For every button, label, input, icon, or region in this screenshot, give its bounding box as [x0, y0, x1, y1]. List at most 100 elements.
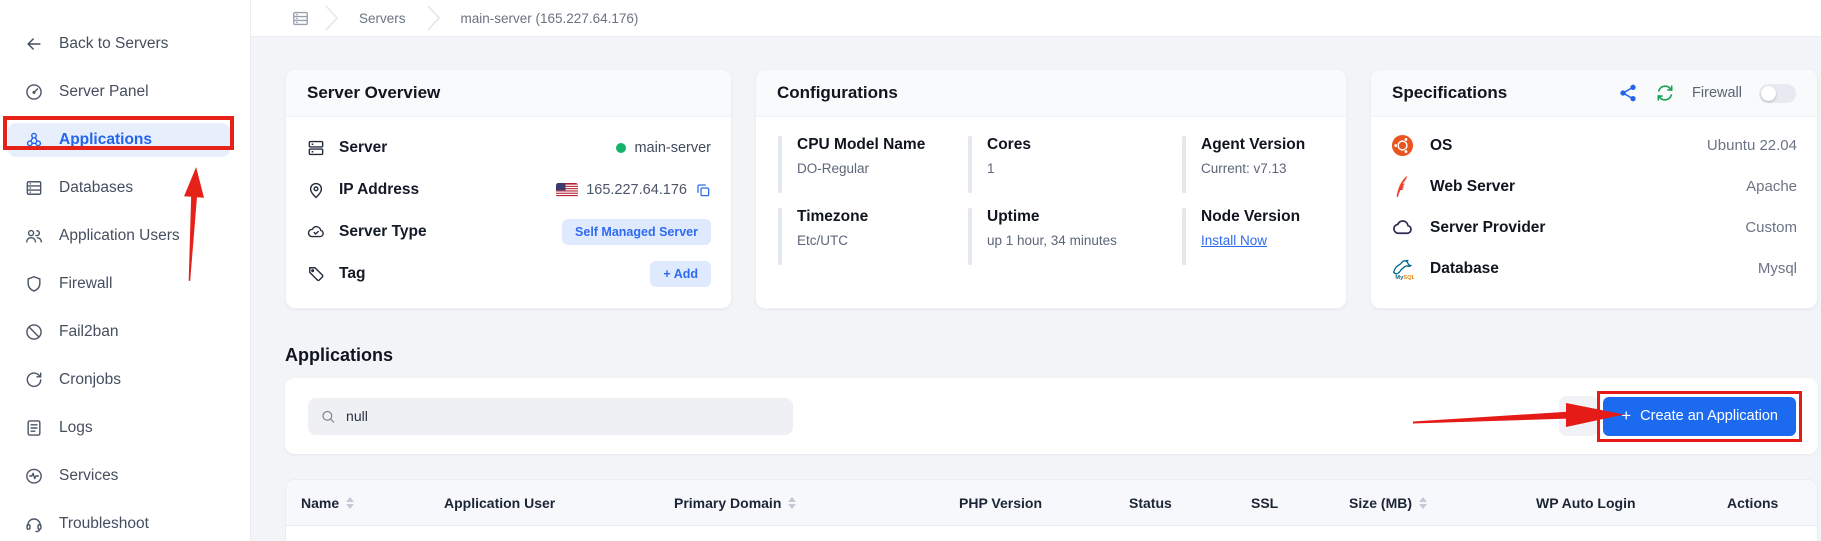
tag-icon: [309, 267, 324, 282]
chevron-separator-icon: [426, 5, 440, 31]
spec-value: Mysql: [1757, 260, 1797, 277]
sidebar-item-applications[interactable]: Applications: [8, 123, 230, 157]
firewall-toggle-label: Firewall: [1692, 85, 1742, 101]
applications-table: Name Application User Primary Domain PHP…: [285, 479, 1818, 541]
back-to-servers-link[interactable]: Back to Servers: [8, 27, 230, 61]
column-header-wp-auto-login: WP Auto Login: [1536, 494, 1636, 511]
config-value: up 1 hour, 34 minutes: [987, 233, 1117, 248]
sidebar-item-label: Applications: [59, 131, 153, 148]
create-application-button[interactable]: + Create an Application: [1603, 396, 1796, 436]
sidebar-item-label: Services: [59, 467, 119, 484]
us-flag-icon: [556, 183, 579, 197]
app-window: Back to Servers Server Panel Application…: [0, 0, 1821, 541]
sidebar-item-logs[interactable]: Logs: [8, 411, 230, 445]
server-type-badge: Self Managed Server: [562, 219, 711, 245]
column-header-name[interactable]: Name: [301, 495, 444, 511]
ip-address-row: IP Address 165.227.64.176: [306, 169, 711, 211]
breadcrumb-current-server: main-server (165.227.64.176): [460, 10, 639, 26]
search-input[interactable]: [346, 408, 781, 424]
back-to-servers-label: Back to Servers: [59, 35, 169, 52]
copy-icon[interactable]: [695, 182, 711, 198]
server-list-icon[interactable]: [291, 9, 310, 28]
sidebar-item-cronjobs[interactable]: Cronjobs: [8, 363, 230, 397]
sidebar-item-server-panel[interactable]: Server Panel: [8, 75, 230, 109]
sidebar-item-label: Logs: [59, 419, 93, 436]
mysql-icon: MySQL: [1392, 259, 1414, 280]
spec-row-server-provider: Server Provider Custom: [1391, 207, 1797, 248]
shield-icon: [24, 274, 44, 294]
apache-feather-icon: [1396, 176, 1408, 198]
sidebar-item-troubleshoot[interactable]: Troubleshoot: [8, 507, 230, 541]
column-header-actions: Actions: [1727, 494, 1779, 511]
sidebar-item-label: Firewall: [59, 275, 113, 292]
sort-icon[interactable]: [346, 496, 355, 509]
reload-icon: [1571, 408, 1587, 424]
ip-address-value: 165.227.64.176: [586, 182, 687, 198]
column-header-size[interactable]: Size (MB): [1349, 495, 1536, 511]
config-label: Node Version: [1201, 208, 1301, 225]
server-overview-title: Server Overview: [286, 70, 731, 117]
server-label: Server: [339, 139, 388, 156]
heartbeat-icon: [24, 466, 44, 486]
main-area: Servers main-server (165.227.64.176) Ser…: [251, 0, 1821, 541]
content: Server Overview Server main-server IP Ad…: [251, 37, 1821, 541]
breadcrumb-servers[interactable]: Servers: [353, 11, 412, 26]
reload-applications-button[interactable]: [1559, 396, 1600, 436]
sort-icon[interactable]: [1419, 496, 1427, 509]
sidebar-item-label: Server Panel: [59, 83, 149, 100]
sidebar-item-fail2ban[interactable]: Fail2ban: [8, 315, 230, 349]
server-row: Server main-server: [306, 127, 711, 169]
spec-row-database: MySQL Database Mysql: [1391, 248, 1797, 289]
refresh-icon[interactable]: [1655, 83, 1675, 103]
cloud-icon: [1393, 220, 1412, 235]
config-label: Cores: [987, 136, 1031, 153]
column-header-php-version: PHP Version: [959, 494, 1043, 511]
applications-icon: [24, 130, 44, 150]
sidebar-item-firewall[interactable]: Firewall: [8, 267, 230, 301]
sidebar-item-application-users[interactable]: Application Users: [8, 219, 230, 253]
config-value: Current: v7.13: [1201, 161, 1287, 176]
config-item-node-version: Node Version Install Now: [1182, 208, 1324, 265]
column-header-ssl: SSL: [1251, 494, 1279, 511]
spec-label: OS: [1430, 136, 1453, 154]
config-label: CPU Model Name: [797, 136, 926, 153]
cloud-check-icon: [307, 225, 324, 238]
add-tag-button[interactable]: + Add: [650, 261, 711, 287]
server-overview-card: Server Overview Server main-server IP Ad…: [285, 69, 732, 309]
gauge-icon: [24, 82, 44, 102]
create-application-label: Create an Application: [1640, 408, 1778, 424]
install-now-link[interactable]: Install Now: [1201, 233, 1267, 248]
sidebar: Back to Servers Server Panel Application…: [0, 0, 251, 541]
search-box[interactable]: [308, 397, 793, 435]
search-icon: [322, 410, 335, 423]
config-label: Agent Version: [1201, 136, 1306, 153]
config-item-cores: Cores 1: [968, 136, 1182, 193]
configurations-title: Configurations: [756, 70, 1346, 117]
config-label: Timezone: [797, 208, 869, 225]
spec-value: Ubuntu 22.04: [1706, 137, 1797, 154]
cron-refresh-icon: [24, 370, 44, 390]
column-header-primary-domain[interactable]: Primary Domain: [674, 495, 959, 511]
server-type-row: Server Type Self Managed Server: [306, 211, 711, 253]
sidebar-item-services[interactable]: Services: [8, 459, 230, 493]
server-type-label: Server Type: [339, 223, 427, 240]
config-item-timezone: Timezone Etc/UTC: [778, 208, 968, 265]
sidebar-item-databases[interactable]: Databases: [8, 171, 230, 205]
config-label: Uptime: [987, 208, 1040, 225]
share-icon[interactable]: [1618, 83, 1638, 103]
specifications-title: Specifications: [1392, 83, 1508, 102]
specifications-card: Specifications Firewall OS Ubuntu 22.04 …: [1370, 69, 1818, 309]
spec-value: Apache: [1746, 178, 1797, 195]
column-header-status: Status: [1129, 494, 1172, 511]
firewall-toggle[interactable]: [1759, 83, 1796, 103]
table-header-row: Name Application User Primary Domain PHP…: [286, 480, 1817, 526]
back-arrow-icon: [24, 34, 44, 54]
annotation-box-create-button: + Create an Application: [1597, 390, 1802, 442]
document-icon: [24, 418, 44, 438]
tag-label: Tag: [339, 265, 366, 282]
tag-row: Tag + Add: [306, 253, 711, 295]
spec-label: Web Server: [1430, 177, 1516, 195]
applications-section-title: Applications: [285, 345, 394, 365]
svg-text:MySQL: MySQL: [1395, 275, 1414, 280]
sort-icon[interactable]: [788, 496, 797, 509]
